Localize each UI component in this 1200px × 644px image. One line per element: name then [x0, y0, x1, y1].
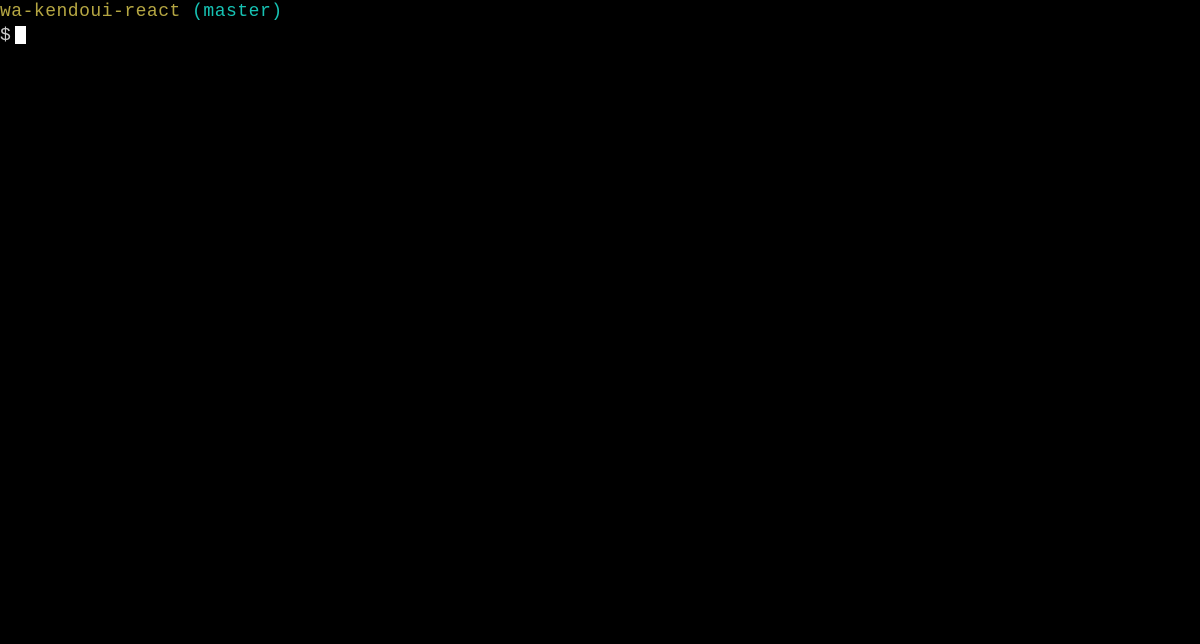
git-branch: (master)	[181, 2, 283, 22]
terminal-line-1: wa-kendoui-react (master)	[0, 0, 1200, 24]
terminal-window[interactable]: wa-kendoui-react (master) $	[0, 0, 1200, 48]
current-path: wa-kendoui-react	[0, 2, 181, 22]
prompt-symbol: $	[0, 26, 11, 46]
terminal-line-2: $	[0, 24, 1200, 48]
cursor-icon	[15, 26, 26, 44]
